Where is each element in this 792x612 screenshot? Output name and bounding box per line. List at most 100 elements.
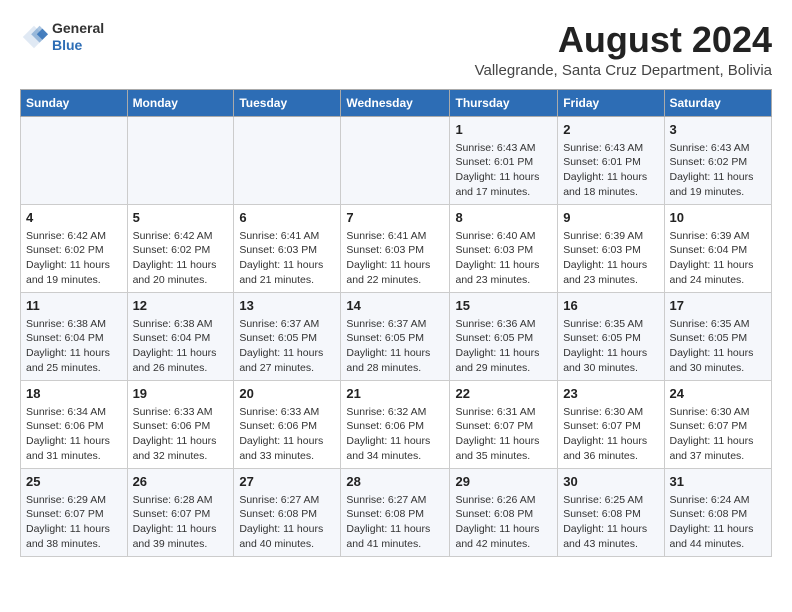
- calendar-cell: 6Sunrise: 6:41 AM Sunset: 6:03 PM Daylig…: [234, 204, 341, 292]
- day-number: 20: [239, 385, 335, 403]
- day-info: Sunrise: 6:24 AM Sunset: 6:08 PM Dayligh…: [670, 493, 767, 552]
- day-info: Sunrise: 6:35 AM Sunset: 6:05 PM Dayligh…: [563, 317, 658, 376]
- day-info: Sunrise: 6:39 AM Sunset: 6:04 PM Dayligh…: [670, 229, 767, 288]
- logo-general: General: [52, 20, 104, 37]
- col-header-wednesday: Wednesday: [341, 89, 450, 116]
- calendar-cell: 8 Sunrise: 6:40 AM Sunset: 6:03 PM Daylig…: [450, 204, 558, 292]
- page-header: General Blue August 2024 Vallegrande, Sa…: [20, 20, 772, 79]
- day-info: Sunrise: 6:27 AM Sunset: 6:08 PM Dayligh…: [346, 493, 444, 552]
- day-info: Sunrise: 6:37 AM Sunset: 6:05 PM Dayligh…: [346, 317, 444, 376]
- calendar-cell: 26Sunrise: 6:28 AM Sunset: 6:07 PM Dayli…: [127, 468, 234, 556]
- calendar-header-row: SundayMondayTuesdayWednesdayThursdayFrid…: [21, 89, 772, 116]
- calendar-cell: 7 Sunrise: 6:41 AM Sunset: 6:03 PM Daylig…: [341, 204, 450, 292]
- day-number: 9: [563, 209, 658, 227]
- day-number: 30: [563, 473, 658, 491]
- day-info: Sunrise: 6:43 AM Sunset: 6:02 PM Dayligh…: [670, 141, 767, 200]
- calendar-cell: [127, 116, 234, 204]
- day-info: Sunrise: 6:30 AM Sunset: 6:07 PM Dayligh…: [670, 405, 767, 464]
- day-number: 22: [455, 385, 552, 403]
- day-info: Sunrise: 6:35 AM Sunset: 6:05 PM Dayligh…: [670, 317, 767, 376]
- calendar-cell: 29Sunrise: 6:26 AM Sunset: 6:08 PM Dayli…: [450, 468, 558, 556]
- col-header-monday: Monday: [127, 89, 234, 116]
- day-number: 24: [670, 385, 767, 403]
- day-info: Sunrise: 6:41 AM Sunset: 6:03 PM Dayligh…: [239, 229, 335, 288]
- col-header-sunday: Sunday: [21, 89, 128, 116]
- calendar-cell: 9 Sunrise: 6:39 AM Sunset: 6:03 PM Daylig…: [558, 204, 664, 292]
- calendar-week-row: 11 Sunrise: 6:38 AM Sunset: 6:04 PM Dayli…: [21, 292, 772, 380]
- calendar-table: SundayMondayTuesdayWednesdayThursdayFrid…: [20, 89, 772, 557]
- day-info: Sunrise: 6:42 AM Sunset: 6:02 PM Dayligh…: [133, 229, 229, 288]
- day-number: 8: [455, 209, 552, 227]
- day-number: 1: [455, 121, 552, 139]
- calendar-cell: 5Sunrise: 6:42 AM Sunset: 6:02 PM Daylig…: [127, 204, 234, 292]
- day-number: 21: [346, 385, 444, 403]
- day-info: Sunrise: 6:36 AM Sunset: 6:05 PM Dayligh…: [455, 317, 552, 376]
- month-year-title: August 2024: [475, 20, 772, 60]
- day-number: 27: [239, 473, 335, 491]
- calendar-cell: 24 Sunrise: 6:30 AM Sunset: 6:07 PM Dayli…: [664, 380, 772, 468]
- day-info: Sunrise: 6:34 AM Sunset: 6:06 PM Dayligh…: [26, 405, 122, 464]
- day-info: Sunrise: 6:38 AM Sunset: 6:04 PM Dayligh…: [133, 317, 229, 376]
- location-subtitle: Vallegrande, Santa Cruz Department, Boli…: [475, 62, 772, 79]
- day-number: 14: [346, 297, 444, 315]
- col-header-tuesday: Tuesday: [234, 89, 341, 116]
- col-header-saturday: Saturday: [664, 89, 772, 116]
- calendar-week-row: 4 Sunrise: 6:42 AM Sunset: 6:02 PM Daylig…: [21, 204, 772, 292]
- day-info: Sunrise: 6:38 AM Sunset: 6:04 PM Dayligh…: [26, 317, 122, 376]
- calendar-cell: [21, 116, 128, 204]
- calendar-cell: 1 Sunrise: 6:43 AM Sunset: 6:01 PM Daylig…: [450, 116, 558, 204]
- day-info: Sunrise: 6:40 AM Sunset: 6:03 PM Dayligh…: [455, 229, 552, 288]
- day-info: Sunrise: 6:30 AM Sunset: 6:07 PM Dayligh…: [563, 405, 658, 464]
- logo-icon: [20, 23, 48, 51]
- calendar-cell: 19 Sunrise: 6:33 AM Sunset: 6:06 PM Dayli…: [127, 380, 234, 468]
- logo-text: General Blue: [52, 20, 104, 54]
- day-number: 4: [26, 209, 122, 227]
- calendar-cell: 20Sunrise: 6:33 AM Sunset: 6:06 PM Dayli…: [234, 380, 341, 468]
- day-number: 2: [563, 121, 658, 139]
- day-number: 18: [26, 385, 122, 403]
- day-number: 17: [670, 297, 767, 315]
- calendar-cell: 18 Sunrise: 6:34 AM Sunset: 6:06 PM Dayli…: [21, 380, 128, 468]
- day-info: Sunrise: 6:41 AM Sunset: 6:03 PM Dayligh…: [346, 229, 444, 288]
- col-header-friday: Friday: [558, 89, 664, 116]
- day-info: Sunrise: 6:31 AM Sunset: 6:07 PM Dayligh…: [455, 405, 552, 464]
- day-number: 12: [133, 297, 229, 315]
- title-block: August 2024 Vallegrande, Santa Cruz Depa…: [475, 20, 772, 79]
- day-info: Sunrise: 6:42 AM Sunset: 6:02 PM Dayligh…: [26, 229, 122, 288]
- day-number: 31: [670, 473, 767, 491]
- col-header-thursday: Thursday: [450, 89, 558, 116]
- day-info: Sunrise: 6:29 AM Sunset: 6:07 PM Dayligh…: [26, 493, 122, 552]
- calendar-cell: 15 Sunrise: 6:36 AM Sunset: 6:05 PM Dayli…: [450, 292, 558, 380]
- day-info: Sunrise: 6:43 AM Sunset: 6:01 PM Dayligh…: [563, 141, 658, 200]
- calendar-cell: 17 Sunrise: 6:35 AM Sunset: 6:05 PM Dayli…: [664, 292, 772, 380]
- day-number: 25: [26, 473, 122, 491]
- calendar-cell: 28 Sunrise: 6:27 AM Sunset: 6:08 PM Dayli…: [341, 468, 450, 556]
- day-info: Sunrise: 6:33 AM Sunset: 6:06 PM Dayligh…: [133, 405, 229, 464]
- calendar-cell: 22 Sunrise: 6:31 AM Sunset: 6:07 PM Dayli…: [450, 380, 558, 468]
- calendar-cell: 25 Sunrise: 6:29 AM Sunset: 6:07 PM Dayli…: [21, 468, 128, 556]
- calendar-cell: 10Sunrise: 6:39 AM Sunset: 6:04 PM Dayli…: [664, 204, 772, 292]
- day-number: 28: [346, 473, 444, 491]
- day-number: 15: [455, 297, 552, 315]
- calendar-week-row: 25 Sunrise: 6:29 AM Sunset: 6:07 PM Dayli…: [21, 468, 772, 556]
- day-info: Sunrise: 6:28 AM Sunset: 6:07 PM Dayligh…: [133, 493, 229, 552]
- calendar-week-row: 1 Sunrise: 6:43 AM Sunset: 6:01 PM Daylig…: [21, 116, 772, 204]
- calendar-cell: 4 Sunrise: 6:42 AM Sunset: 6:02 PM Daylig…: [21, 204, 128, 292]
- calendar-cell: 31 Sunrise: 6:24 AM Sunset: 6:08 PM Dayli…: [664, 468, 772, 556]
- calendar-cell: 3Sunrise: 6:43 AM Sunset: 6:02 PM Daylig…: [664, 116, 772, 204]
- day-number: 19: [133, 385, 229, 403]
- calendar-cell: 12 Sunrise: 6:38 AM Sunset: 6:04 PM Dayli…: [127, 292, 234, 380]
- day-number: 7: [346, 209, 444, 227]
- calendar-cell: 21Sunrise: 6:32 AM Sunset: 6:06 PM Dayli…: [341, 380, 450, 468]
- logo-blue: Blue: [52, 37, 104, 54]
- day-info: Sunrise: 6:43 AM Sunset: 6:01 PM Dayligh…: [455, 141, 552, 200]
- day-number: 11: [26, 297, 122, 315]
- day-info: Sunrise: 6:25 AM Sunset: 6:08 PM Dayligh…: [563, 493, 658, 552]
- day-number: 23: [563, 385, 658, 403]
- day-info: Sunrise: 6:27 AM Sunset: 6:08 PM Dayligh…: [239, 493, 335, 552]
- day-info: Sunrise: 6:39 AM Sunset: 6:03 PM Dayligh…: [563, 229, 658, 288]
- calendar-cell: 2 Sunrise: 6:43 AM Sunset: 6:01 PM Daylig…: [558, 116, 664, 204]
- logo: General Blue: [20, 20, 104, 54]
- calendar-cell: 16Sunrise: 6:35 AM Sunset: 6:05 PM Dayli…: [558, 292, 664, 380]
- calendar-cell: 23 Sunrise: 6:30 AM Sunset: 6:07 PM Dayli…: [558, 380, 664, 468]
